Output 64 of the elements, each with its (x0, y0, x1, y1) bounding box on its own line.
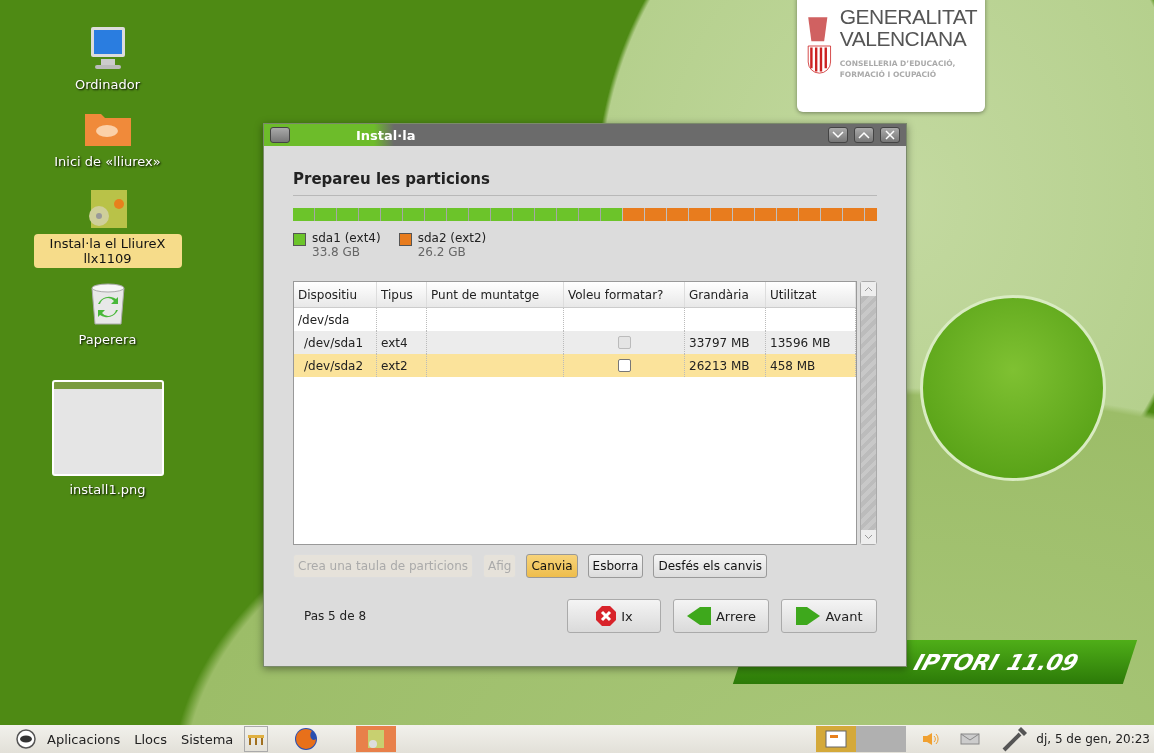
clock[interactable]: dj, 5 de gen, 20:23 (1036, 732, 1150, 746)
nav-button[interactable]: Arrere (673, 599, 769, 633)
action-button[interactable]: Desfés els canvis (653, 554, 767, 578)
maximize-button[interactable] (854, 127, 874, 143)
table-cell: 33797 MB (689, 335, 750, 350)
window-menu-button[interactable] (270, 127, 290, 143)
column-header[interactable]: Tipus (377, 282, 427, 307)
page-heading: Prepareu les particions (293, 170, 877, 196)
banner-text: IPTORI (910, 649, 1003, 675)
step-indicator: Pas 5 de 8 (304, 609, 367, 623)
logo-title: GENERALITAT (839, 6, 977, 28)
nav-button[interactable]: Ix (567, 599, 661, 633)
desktop-icon-label[interactable]: Ordinador (71, 75, 144, 94)
action-button[interactable]: Esborra (587, 554, 644, 578)
globe-icon (294, 727, 319, 751)
close-button[interactable] (880, 127, 900, 143)
table-cell: 26213 MB (689, 358, 750, 373)
table-cell: ext2 (381, 358, 408, 373)
action-button[interactable]: Canvia (526, 554, 578, 578)
desktop-icon-label[interactable]: Inici de «lliurex» (50, 152, 165, 171)
table-cell: /dev/sda1 (304, 335, 364, 350)
workspace-thumbnail-icon (825, 730, 848, 748)
table-row[interactable]: /dev/sda1 ext4 33797 MB 13596 MB (294, 331, 856, 354)
logo-title: VALENCIANA (839, 28, 968, 50)
format-checkbox[interactable] (617, 359, 631, 372)
column-header[interactable]: Punt de muntatge (427, 282, 564, 307)
back-arrow-icon (685, 606, 712, 626)
show-desktop-button[interactable] (244, 726, 269, 752)
partition-name: sda2 (ext2) (417, 231, 487, 245)
forward-arrow-icon (795, 606, 822, 626)
version-text: 11.09 (1004, 649, 1082, 675)
menu-item[interactable]: Sistema (177, 731, 237, 747)
column-header[interactable]: Grandària (685, 282, 766, 307)
nav-button[interactable]: Avant (781, 599, 877, 633)
table-cell: /dev/sda2 (304, 358, 364, 373)
table-icon (247, 732, 266, 746)
column-header[interactable]: Utilitzat (766, 282, 856, 307)
close-icon (885, 130, 895, 140)
partition-size: 26.2 GB (417, 245, 467, 259)
menu-logo-icon[interactable] (16, 729, 36, 749)
partition-name: sda1 (ext4) (312, 231, 381, 245)
table-cell: 13596 MB (770, 335, 831, 350)
table-row[interactable]: /dev/sda2 ext2 26213 MB 458 MB (294, 354, 856, 377)
close-icon (595, 605, 618, 627)
table-cell: /dev/sda (298, 312, 350, 327)
window-title: Instal·la (356, 127, 417, 143)
envelope-icon[interactable] (960, 733, 981, 745)
chevron-down-icon (832, 131, 844, 139)
column-header[interactable]: Voleu formatar? (564, 282, 685, 307)
chevron-up-icon (864, 286, 873, 292)
table-cell: ext4 (381, 335, 408, 350)
menu-item[interactable]: Aplicacions (44, 731, 124, 747)
workspace-button[interactable] (816, 726, 857, 752)
desktop-icon-label[interactable]: install1.png (65, 480, 150, 499)
menu-item[interactable]: Llocs (131, 731, 170, 747)
column-header[interactable]: Dispositiu (294, 282, 377, 307)
chevron-down-icon (864, 534, 873, 540)
minimize-button[interactable] (828, 127, 848, 143)
chevron-up-icon (858, 131, 870, 139)
partition-size: 33.8 GB (312, 245, 362, 259)
desktop-icon-label[interactable]: Paperera (74, 330, 141, 349)
table-cell: 458 MB (770, 358, 816, 373)
scrollbar[interactable] (860, 281, 877, 545)
desktop-icon-label[interactable]: Instal·la el LliureX llx1109 (33, 234, 182, 268)
